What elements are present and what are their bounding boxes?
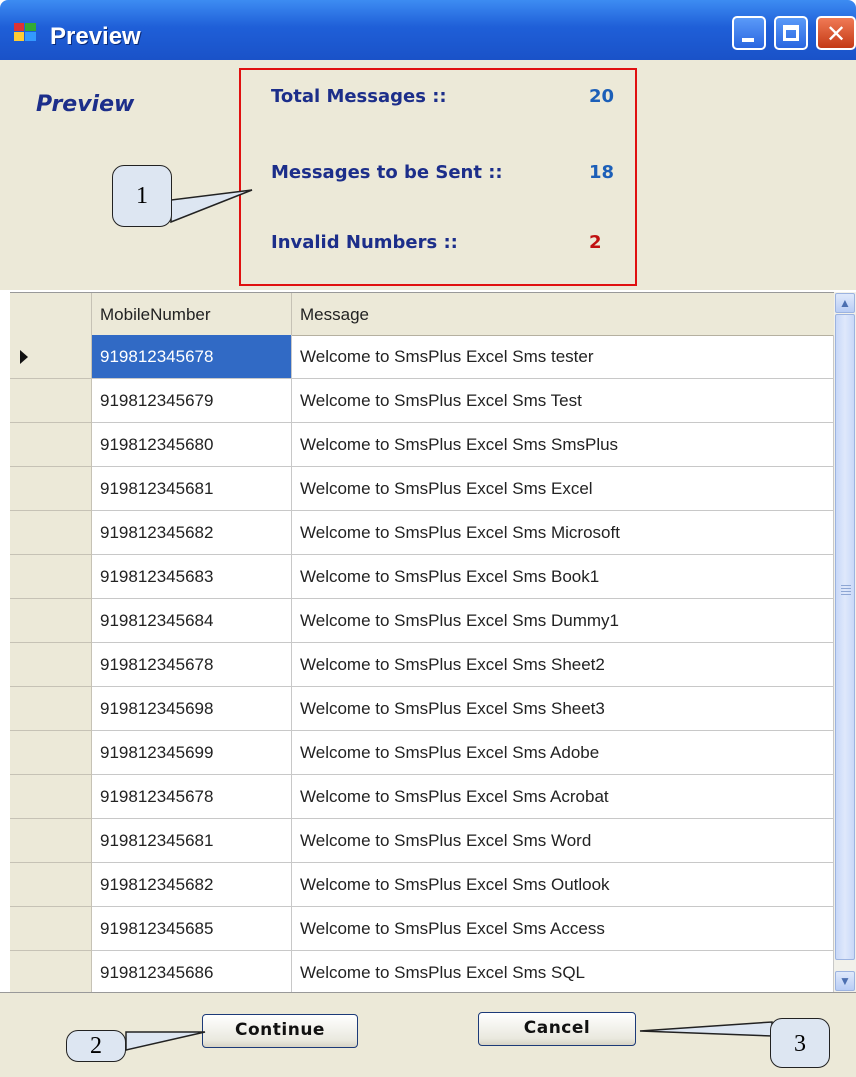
row-header[interactable] <box>10 335 92 379</box>
message-cell[interactable]: Welcome to SmsPlus Excel Sms Microsoft <box>292 511 834 555</box>
minimize-button[interactable] <box>732 16 766 50</box>
mobile-number-cell[interactable]: 919812345684 <box>92 599 292 643</box>
mobile-number-cell[interactable]: 919812345682 <box>92 863 292 907</box>
row-header[interactable] <box>10 379 92 423</box>
scroll-thumb[interactable] <box>835 314 855 960</box>
title-bar[interactable]: Preview ✕ <box>0 0 856 60</box>
table-row[interactable]: 919812345678 Welcome to SmsPlus Excel Sms… <box>10 775 834 819</box>
maximize-icon <box>783 25 799 41</box>
table-row[interactable]: 919812345684 Welcome to SmsPlus Excel Sms… <box>10 599 834 643</box>
invalid-numbers-value: 2 <box>589 232 602 253</box>
column-header-message[interactable]: Message <box>292 293 834 335</box>
messages-grid[interactable]: MobileNumber Message 919812345678 Welcome… <box>10 292 834 995</box>
message-cell[interactable]: Welcome to SmsPlus Excel Sms Test <box>292 379 834 423</box>
mobile-number-cell[interactable]: 919812345683 <box>92 555 292 599</box>
scroll-down-icon[interactable]: ▼ <box>835 971 855 991</box>
current-row-arrow-icon <box>20 350 28 364</box>
row-header[interactable] <box>10 555 92 599</box>
message-cell[interactable]: Welcome to SmsPlus Excel Sms Adobe <box>292 731 834 775</box>
mobile-number-cell[interactable]: 919812345699 <box>92 731 292 775</box>
mobile-number-cell[interactable]: 919812345682 <box>92 511 292 555</box>
mobile-number-cell[interactable]: 919812345685 <box>92 907 292 951</box>
window-title: Preview <box>50 23 141 50</box>
row-header[interactable] <box>10 863 92 907</box>
mobile-number-cell[interactable]: 919812345680 <box>92 423 292 467</box>
row-header[interactable] <box>10 819 92 863</box>
table-row[interactable]: 919812345681 Welcome to SmsPlus Excel Sms… <box>10 467 834 511</box>
close-button[interactable]: ✕ <box>816 16 856 50</box>
mobile-number-cell[interactable]: 919812345681 <box>92 467 292 511</box>
mobile-number-cell[interactable]: 919812345678 <box>92 643 292 687</box>
table-row[interactable]: 919812345681 Welcome to SmsPlus Excel Sms… <box>10 819 834 863</box>
messages-to-send-label: Messages to be Sent :: <box>271 162 503 183</box>
mobile-number-cell[interactable]: 919812345678 <box>92 775 292 819</box>
mobile-number-cell[interactable]: 919812345686 <box>92 951 292 995</box>
maximize-button[interactable] <box>774 16 808 50</box>
message-cell[interactable]: Welcome to SmsPlus Excel Sms Access <box>292 907 834 951</box>
mobile-number-cell[interactable]: 919812345679 <box>92 379 292 423</box>
table-row[interactable]: 919812345680 Welcome to SmsPlus Excel Sms… <box>10 423 834 467</box>
table-row[interactable]: 919812345686 Welcome to SmsPlus Excel Sms… <box>10 951 834 995</box>
invalid-numbers-label: Invalid Numbers :: <box>271 232 458 253</box>
preview-heading: Preview <box>36 92 135 117</box>
continue-button[interactable]: Continue <box>202 1014 358 1048</box>
message-cell[interactable]: Welcome to SmsPlus Excel Sms tester <box>292 335 834 379</box>
table-row[interactable]: 919812345698 Welcome to SmsPlus Excel Sms… <box>10 687 834 731</box>
message-cell[interactable]: Welcome to SmsPlus Excel Sms Outlook <box>292 863 834 907</box>
message-cell[interactable]: Welcome to SmsPlus Excel Sms Word <box>292 819 834 863</box>
row-header[interactable] <box>10 907 92 951</box>
minimize-icon <box>742 38 754 42</box>
table-row[interactable]: 919812345685 Welcome to SmsPlus Excel Sms… <box>10 907 834 951</box>
stats-highlight-box: Total Messages :: 20 Messages to be Sent… <box>239 68 637 286</box>
table-row[interactable]: 919812345699 Welcome to SmsPlus Excel Sms… <box>10 731 834 775</box>
callout-3: 3 <box>770 1018 830 1068</box>
table-row[interactable]: 919812345678 Welcome to SmsPlus Excel Sms… <box>10 643 834 687</box>
callout-1: 1 <box>112 165 172 227</box>
close-icon: ✕ <box>826 20 847 48</box>
table-row[interactable]: 919812345678 Welcome to SmsPlus Excel Sms… <box>10 335 834 379</box>
table-row[interactable]: 919812345679 Welcome to SmsPlus Excel Sms… <box>10 379 834 423</box>
message-cell[interactable]: Welcome to SmsPlus Excel Sms Excel <box>292 467 834 511</box>
mobile-number-cell[interactable]: 919812345678 <box>92 335 292 379</box>
button-bar <box>0 992 856 1077</box>
message-cell[interactable]: Welcome to SmsPlus Excel Sms Book1 <box>292 555 834 599</box>
row-header[interactable] <box>10 731 92 775</box>
message-cell[interactable]: Welcome to SmsPlus Excel Sms Dummy1 <box>292 599 834 643</box>
row-header[interactable] <box>10 951 92 995</box>
row-header[interactable] <box>10 599 92 643</box>
app-icon <box>14 23 36 41</box>
scroll-up-icon[interactable]: ▲ <box>835 293 855 313</box>
table-row[interactable]: 919812345683 Welcome to SmsPlus Excel Sms… <box>10 555 834 599</box>
callout-2: 2 <box>66 1030 126 1062</box>
message-cell[interactable]: Welcome to SmsPlus Excel Sms Sheet2 <box>292 643 834 687</box>
mobile-number-cell[interactable]: 919812345681 <box>92 819 292 863</box>
mobile-number-cell[interactable]: 919812345698 <box>92 687 292 731</box>
message-cell[interactable]: Welcome to SmsPlus Excel Sms Sheet3 <box>292 687 834 731</box>
message-cell[interactable]: Welcome to SmsPlus Excel Sms SmsPlus <box>292 423 834 467</box>
message-cell[interactable]: Welcome to SmsPlus Excel Sms Acrobat <box>292 775 834 819</box>
cancel-button[interactable]: Cancel <box>478 1012 636 1046</box>
total-messages-value: 20 <box>589 86 615 107</box>
row-header[interactable] <box>10 511 92 555</box>
messages-to-send-value: 18 <box>589 162 615 183</box>
row-header[interactable] <box>10 643 92 687</box>
row-header[interactable] <box>10 775 92 819</box>
message-cell[interactable]: Welcome to SmsPlus Excel Sms SQL <box>292 951 834 995</box>
column-header-mobile[interactable]: MobileNumber <box>92 293 292 335</box>
vertical-scrollbar[interactable]: ▲ ▼ <box>834 292 856 992</box>
row-header[interactable] <box>10 467 92 511</box>
table-row[interactable]: 919812345682 Welcome to SmsPlus Excel Sms… <box>10 863 834 907</box>
row-header[interactable] <box>10 687 92 731</box>
row-header[interactable] <box>10 423 92 467</box>
table-row[interactable]: 919812345682 Welcome to SmsPlus Excel Sms… <box>10 511 834 555</box>
total-messages-label: Total Messages :: <box>271 86 447 107</box>
grid-header: MobileNumber Message <box>10 293 834 336</box>
row-header-corner <box>10 293 92 335</box>
